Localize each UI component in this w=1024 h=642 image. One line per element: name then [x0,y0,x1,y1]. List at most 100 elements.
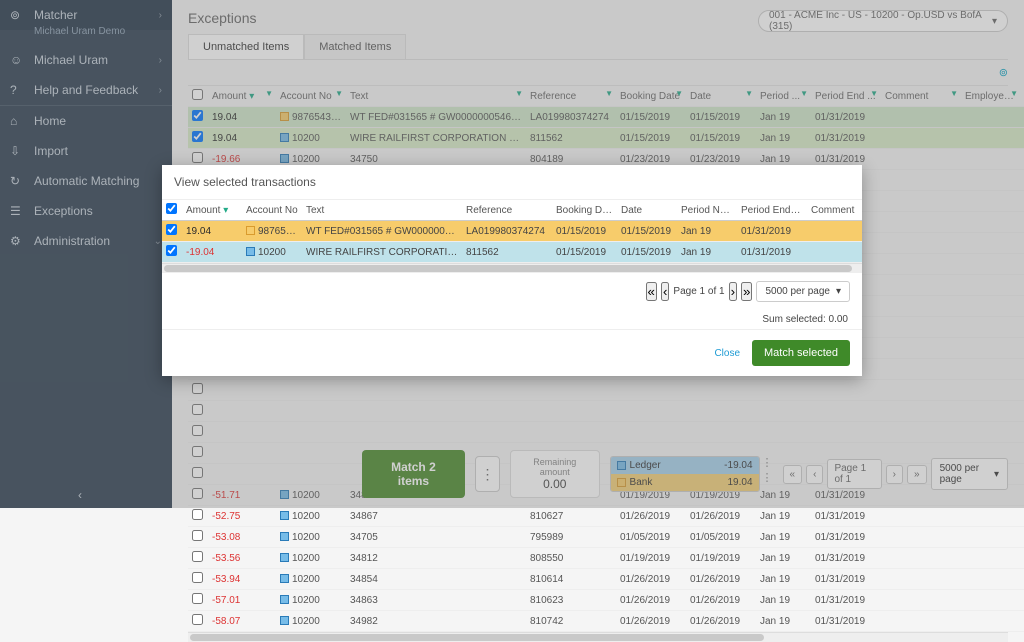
ledger-icon [280,595,289,604]
cell-booking: 01/15/2019 [552,221,617,242]
cell-period: Jan 19 [756,611,811,632]
cell-comment [881,590,961,611]
cell-date: 01/05/2019 [686,527,756,548]
modal-page-size-select[interactable]: 5000 per page▾ [756,281,850,302]
cell-account: 10200 [276,569,346,590]
modal-title: View selected transactions [162,165,862,200]
cell-reference: 795989 [526,527,616,548]
cell-date: 01/26/2019 [686,590,756,611]
row-checkbox[interactable] [192,509,203,520]
cell-reference: 810627 [526,506,616,527]
cell-employee [961,590,1021,611]
cell-periodend: 01/31/2019 [811,569,881,590]
cell-text: 34705 [346,527,526,548]
row-checkbox[interactable] [192,530,203,541]
mpager-status: Page 1 of 1 [673,286,724,297]
cell-employee [961,611,1021,632]
table-row[interactable]: -53.94102003485481061401/26/201901/26/20… [188,569,1024,590]
cell-booking: 01/19/2019 [616,548,686,569]
modal-hscroll[interactable] [162,263,862,273]
cell-reference: 810742 [526,611,616,632]
mcol-periodend[interactable]: Period End Date [737,200,807,221]
cell-comment [881,548,961,569]
cell-account: 10200 [276,590,346,611]
table-row[interactable]: -57.01102003486381062301/26/201901/26/20… [188,590,1024,611]
cell-period: Jan 19 [756,548,811,569]
cell-period: Jan 19 [756,527,811,548]
row-checkbox[interactable] [166,224,177,235]
cell-amount: -53.94 [208,569,276,590]
grid-hscroll[interactable] [188,632,1008,642]
row-checkbox[interactable] [192,572,203,583]
table-row[interactable]: -53.56102003481280855001/19/201901/19/20… [188,548,1024,569]
cell-text: 34982 [346,611,526,632]
row-checkbox[interactable] [192,593,203,604]
ledger-icon [280,511,289,520]
mcol-booking[interactable]: Booking Date [552,200,617,221]
cell-account: 10200 [242,242,302,263]
cell-comment [881,611,961,632]
cell-account: 10200 [276,611,346,632]
mcol-text[interactable]: Text [302,200,462,221]
cell-period: Jan 19 [756,569,811,590]
cell-booking: 01/26/2019 [616,569,686,590]
mcol-period[interactable]: Period Name [677,200,737,221]
cell-amount: -52.75 [208,506,276,527]
cell-comment [881,527,961,548]
row-checkbox[interactable] [166,245,177,256]
view-selected-modal: View selected transactions Amount ▾ Acco… [162,165,862,376]
table-row[interactable]: -52.75102003486781062701/26/201901/26/20… [188,506,1024,527]
cell-reference: 811562 [462,242,552,263]
cell-date: 01/26/2019 [686,506,756,527]
cell-periodend: 01/31/2019 [811,527,881,548]
mpager-first[interactable]: « [646,282,657,301]
cell-text: WT FED#031565 # GW000000054648752 [302,221,462,242]
table-row[interactable]: -53.08102003470579598901/05/201901/05/20… [188,527,1024,548]
cell-booking: 01/15/2019 [552,242,617,263]
cell-comment [881,569,961,590]
mpager-next[interactable]: › [729,282,737,301]
mcol-amount[interactable]: Amount ▾ [182,200,242,221]
cell-booking: 01/26/2019 [616,506,686,527]
cell-account: 987654321 [242,221,302,242]
table-row[interactable]: -19.0410200WIRE RAILFIRST CORPORATION 10… [162,242,862,263]
row-checkbox[interactable] [192,614,203,625]
cell-reference: 808550 [526,548,616,569]
mcol-reference[interactable]: Reference [462,200,552,221]
cell-period: Jan 19 [677,221,737,242]
cell-comment [881,506,961,527]
match-selected-button[interactable]: Match selected [752,340,850,366]
cell-text: 34863 [346,590,526,611]
mcol-comment[interactable]: Comment [807,200,862,221]
table-row[interactable]: -58.07102003498281074201/26/201901/26/20… [188,611,1024,632]
row-checkbox[interactable] [192,551,203,562]
cell-booking: 01/05/2019 [616,527,686,548]
cell-text: 34812 [346,548,526,569]
cell-amount: 19.04 [182,221,242,242]
cell-amount: -53.08 [208,527,276,548]
cell-reference: LA019980374274 [462,221,552,242]
cell-employee [961,548,1021,569]
cell-period: Jan 19 [756,590,811,611]
cell-date: 01/15/2019 [617,221,677,242]
cell-period: Jan 19 [756,506,811,527]
mpager-prev[interactable]: ‹ [661,282,669,301]
cell-account: 10200 [276,506,346,527]
cell-date: 01/26/2019 [686,611,756,632]
cell-booking: 01/26/2019 [616,611,686,632]
cell-employee [961,506,1021,527]
close-link[interactable]: Close [714,348,740,359]
cell-periodend: 01/31/2019 [811,548,881,569]
modal-select-all[interactable] [166,203,177,214]
cell-account: 10200 [276,548,346,569]
mpager-last[interactable]: » [741,282,752,301]
cell-comment [807,242,862,263]
table-row[interactable]: 19.04987654321WT FED#031565 # GW00000005… [162,221,862,242]
cell-comment [807,221,862,242]
mcol-date[interactable]: Date [617,200,677,221]
cell-date: 01/19/2019 [686,548,756,569]
mcol-account[interactable]: Account No [242,200,302,221]
bank-icon [246,226,255,235]
cell-period: Jan 19 [677,242,737,263]
cell-employee [961,569,1021,590]
